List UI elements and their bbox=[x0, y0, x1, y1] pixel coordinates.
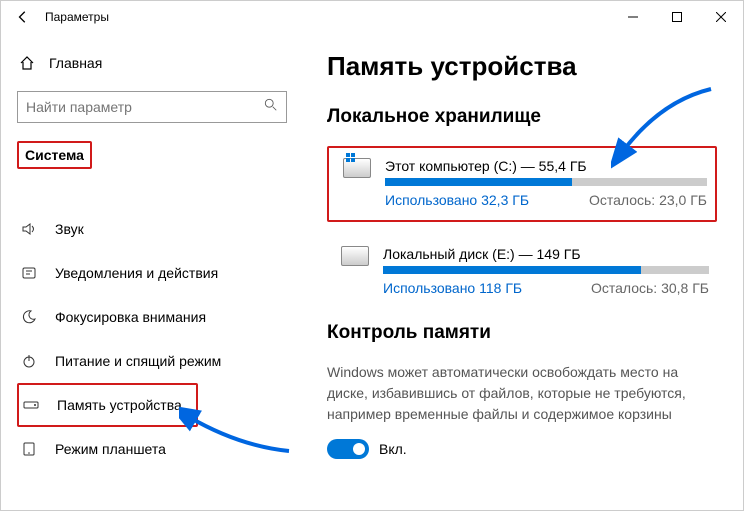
window-title: Параметры bbox=[45, 10, 109, 24]
tablet-icon bbox=[17, 441, 41, 457]
nav-label: Питание и спящий режим bbox=[55, 353, 221, 369]
toggle-label: Вкл. bbox=[379, 441, 407, 457]
drive-usage-bar bbox=[383, 266, 709, 274]
drive-icon bbox=[335, 246, 375, 282]
minimize-button[interactable] bbox=[611, 1, 655, 33]
maximize-button[interactable] bbox=[655, 1, 699, 33]
nav-item-focus[interactable]: Фокусировка внимания bbox=[17, 295, 303, 339]
drive-name: Локальный диск (E:) — 149 ГБ bbox=[383, 246, 709, 262]
drive-c[interactable]: Этот компьютер (C:) — 55,4 ГБ Использова… bbox=[327, 146, 717, 222]
nav-label: Уведомления и действия bbox=[55, 265, 218, 281]
search-input[interactable] bbox=[26, 99, 264, 115]
storage-sense-title: Контроль памяти bbox=[327, 322, 717, 344]
storage-icon bbox=[19, 397, 43, 413]
storage-sense-toggle[interactable]: Вкл. bbox=[327, 439, 717, 459]
home-label: Главная bbox=[49, 55, 102, 71]
close-button[interactable] bbox=[699, 1, 743, 33]
page-title: Память устройства bbox=[327, 51, 717, 82]
titlebar: Параметры bbox=[1, 1, 743, 33]
moon-icon bbox=[17, 309, 41, 325]
category-label: Система bbox=[25, 147, 84, 163]
toggle-switch[interactable] bbox=[327, 439, 369, 459]
notification-icon bbox=[17, 265, 41, 281]
main-content: Память устройства Локальное хранилище Эт… bbox=[303, 33, 743, 510]
nav-item-storage[interactable]: Память устройства bbox=[17, 383, 198, 427]
drive-icon-system bbox=[337, 158, 377, 194]
back-button[interactable] bbox=[9, 3, 37, 31]
search-icon bbox=[264, 98, 278, 117]
power-icon bbox=[17, 353, 41, 369]
storage-sense-description: Windows может автоматически освобождать … bbox=[327, 362, 717, 425]
drive-usage-bar bbox=[385, 178, 707, 186]
nav-item-sound[interactable]: Звук bbox=[17, 207, 303, 251]
home-icon bbox=[17, 55, 37, 71]
nav-label: Память устройства bbox=[57, 397, 182, 413]
speaker-icon bbox=[17, 221, 41, 237]
drive-used: Использовано 32,3 ГБ bbox=[385, 192, 529, 208]
search-box[interactable] bbox=[17, 91, 287, 123]
nav-item-power[interactable]: Питание и спящий режим bbox=[17, 339, 303, 383]
nav-label: Фокусировка внимания bbox=[55, 309, 206, 325]
nav-item-notifications[interactable]: Уведомления и действия bbox=[17, 251, 303, 295]
category-system[interactable]: Система bbox=[17, 141, 92, 169]
sidebar: Главная Система Звук Уведомления и дейст… bbox=[1, 33, 303, 510]
local-storage-title: Локальное хранилище bbox=[327, 106, 717, 128]
nav-label: Режим планшета bbox=[55, 441, 166, 457]
nav-item-tablet[interactable]: Режим планшета bbox=[17, 427, 303, 471]
nav-label: Звук bbox=[55, 221, 84, 237]
drive-free: Осталось: 23,0 ГБ bbox=[589, 192, 707, 208]
drive-name: Этот компьютер (C:) — 55,4 ГБ bbox=[385, 158, 707, 174]
drive-used: Использовано 118 ГБ bbox=[383, 280, 522, 296]
home-link[interactable]: Главная bbox=[17, 45, 303, 81]
drive-free: Осталось: 30,8 ГБ bbox=[591, 280, 709, 296]
drive-e[interactable]: Локальный диск (E:) — 149 ГБ Использован… bbox=[327, 236, 717, 308]
